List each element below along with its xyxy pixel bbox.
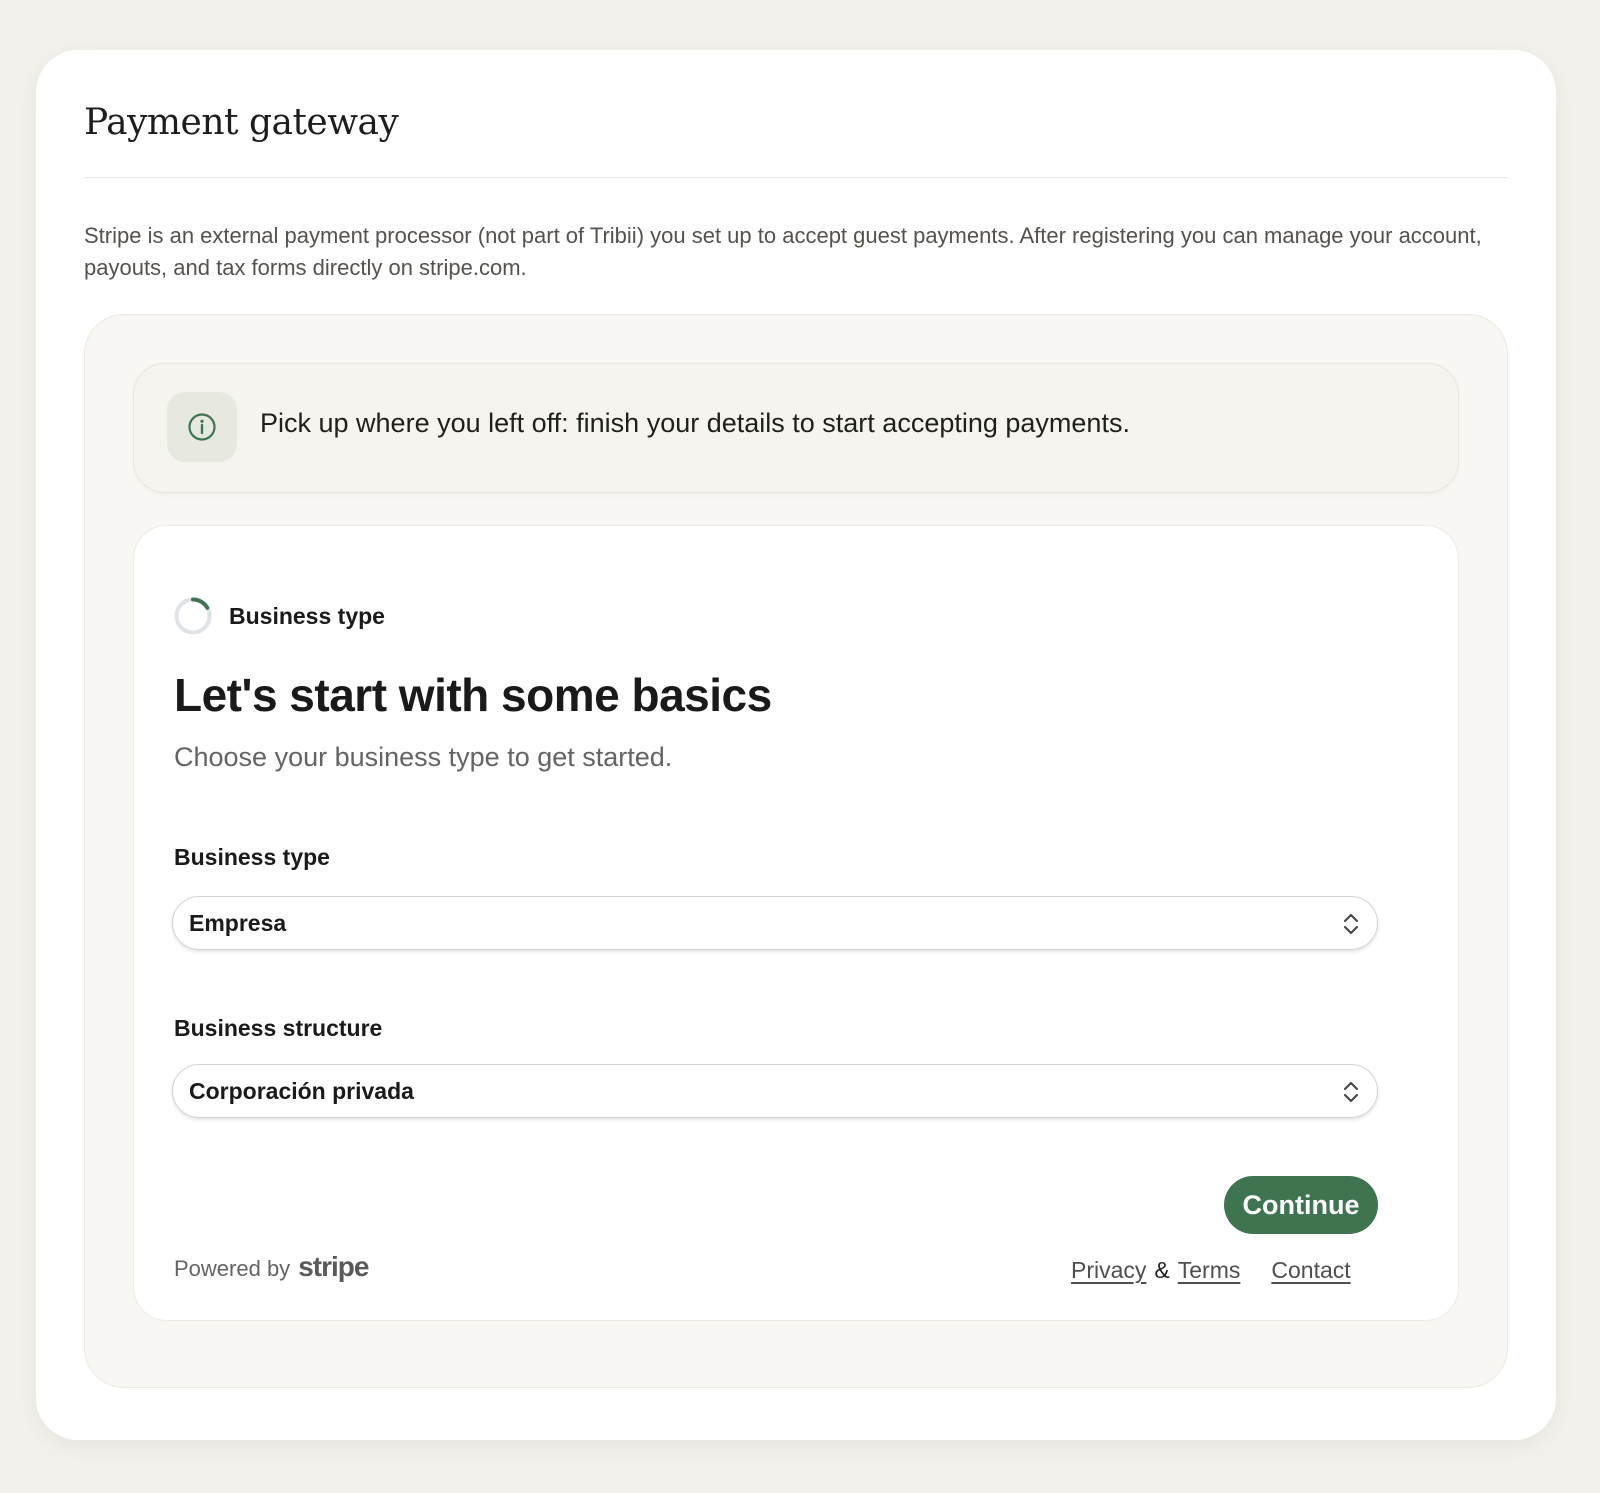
powered-by-label: Powered by [174, 1256, 291, 1281]
form-heading: Let's start with some basics [174, 669, 772, 721]
powered-by-stripe: Powered by stripe [174, 1251, 369, 1283]
stripe-onboarding-panel: Pick up where you left off: finish your … [84, 314, 1508, 1388]
privacy-link[interactable]: Privacy [1071, 1257, 1146, 1283]
business-structure-select[interactable]: Corporación privada [172, 1064, 1378, 1118]
footer-links: Privacy & Terms Contact [1071, 1257, 1351, 1284]
form-subheading: Choose your business type to get started… [174, 742, 673, 772]
payment-gateway-card: Payment gateway Stripe is an external pa… [36, 50, 1556, 1440]
business-type-label: Business type [174, 844, 330, 870]
business-type-form: Business type Let's start with some basi… [133, 525, 1459, 1321]
intro-text: Stripe is an external payment processor … [84, 223, 1482, 280]
step-indicator: Business type [173, 594, 385, 638]
business-structure-value: Corporación privada [189, 1078, 414, 1104]
business-structure-label: Business structure [174, 1015, 383, 1041]
title-divider [84, 177, 1508, 178]
contact-link[interactable]: Contact [1271, 1257, 1350, 1283]
page-title: Payment gateway [84, 102, 399, 143]
progress-ring-icon [174, 597, 212, 635]
chevron-up-down-icon [1343, 913, 1359, 935]
info-icon [167, 392, 237, 462]
chevron-up-down-icon [1343, 1081, 1359, 1103]
continue-button[interactable]: Continue [1224, 1176, 1378, 1234]
stripe-logo: stripe [298, 1251, 369, 1282]
step-label: Business type [229, 602, 385, 629]
resume-notice: Pick up where you left off: finish your … [133, 363, 1459, 493]
notice-text: Pick up where you left off: finish your … [260, 408, 1130, 438]
business-type-value: Empresa [189, 910, 287, 936]
terms-link[interactable]: Terms [1178, 1257, 1241, 1283]
business-type-select[interactable]: Empresa [172, 896, 1378, 950]
ampersand: & [1154, 1257, 1170, 1283]
